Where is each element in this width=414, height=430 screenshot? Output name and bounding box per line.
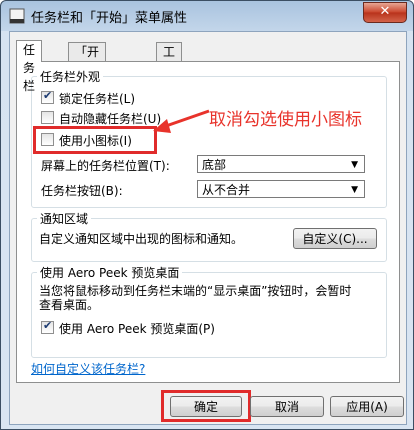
lock-checkbox-label: 锁定任务栏(L) bbox=[59, 92, 136, 106]
annotation-arrow-icon bbox=[153, 109, 210, 133]
check-icon: ✔ bbox=[43, 319, 53, 332]
apply-button[interactable]: 应用(A) bbox=[330, 396, 404, 417]
notification-description: 自定义通知区域中出现的图标和通知。 bbox=[39, 232, 244, 246]
close-button[interactable]: ✕ bbox=[363, 2, 407, 23]
appearance-group-title: 任务栏外观 bbox=[37, 68, 104, 85]
annotation-text: 取消勾选使用小图标 bbox=[209, 110, 362, 130]
aero-peek-checkbox[interactable]: ✔ 使用 Aero Peek 预览桌面(P) bbox=[41, 319, 241, 336]
aero-peek-group-title: 使用 Aero Peek 预览桌面 bbox=[37, 264, 183, 281]
chevron-down-icon: ▼ bbox=[351, 160, 358, 170]
tab-taskbar[interactable]: 任务栏 bbox=[16, 40, 43, 93]
title-bar: 任务栏和「开始」菜单属性 ✕ bbox=[1, 1, 413, 31]
taskbar-app-icon bbox=[9, 8, 25, 24]
autohide-checkbox-label: 自动隐藏任务栏(U) bbox=[59, 112, 162, 126]
small-icons-highlight bbox=[33, 126, 157, 154]
aero-peek-checkbox-box[interactable]: ✔ bbox=[41, 319, 54, 334]
tab-toolbars[interactable]: 工具栏 bbox=[156, 42, 183, 95]
window-title: 任务栏和「开始」菜单属性 bbox=[31, 11, 188, 26]
dialog-client-area: 任务栏 「开始」菜单 工具栏 任务栏外观 ✔ 锁定任务栏(L) 自动隐藏任务栏(… bbox=[9, 31, 407, 425]
tab-start-menu[interactable]: 「开始」菜单 bbox=[68, 42, 107, 95]
check-icon: ✔ bbox=[43, 89, 53, 102]
taskbar-location-value: 底部 bbox=[202, 158, 227, 172]
taskbar-location-label: 屏幕上的任务栏位置(T): bbox=[41, 159, 170, 173]
chevron-down-icon: ▼ bbox=[351, 185, 358, 195]
lock-checkbox-box[interactable]: ✔ bbox=[41, 89, 54, 104]
aero-peek-description-line2: 查看桌面。 bbox=[39, 298, 100, 312]
taskbar-location-select[interactable]: 底部 ▼ bbox=[197, 155, 365, 173]
autohide-checkbox-box[interactable] bbox=[41, 111, 54, 124]
lock-taskbar-checkbox[interactable]: ✔ 锁定任务栏(L) bbox=[41, 89, 201, 106]
taskbar-buttons-value: 从不合并 bbox=[202, 183, 251, 197]
taskbar-buttons-label: 任务栏按钮(B): bbox=[41, 184, 123, 198]
customize-taskbar-help-link[interactable]: 如何自定义该任务栏? bbox=[31, 360, 145, 377]
customize-notification-button[interactable]: 自定义(C)... bbox=[293, 228, 377, 249]
properties-window: 任务栏和「开始」菜单属性 ✕ 任务栏 「开始」菜单 工具栏 任务栏外观 ✔ 锁定… bbox=[0, 0, 414, 430]
cancel-button[interactable]: 取消 bbox=[250, 396, 324, 417]
taskbar-buttons-select[interactable]: 从不合并 ▼ bbox=[197, 180, 365, 198]
aero-peek-checkbox-label: 使用 Aero Peek 预览桌面(P) bbox=[59, 322, 215, 336]
notification-group-title: 通知区域 bbox=[37, 210, 92, 227]
ok-button-highlight bbox=[161, 390, 251, 422]
